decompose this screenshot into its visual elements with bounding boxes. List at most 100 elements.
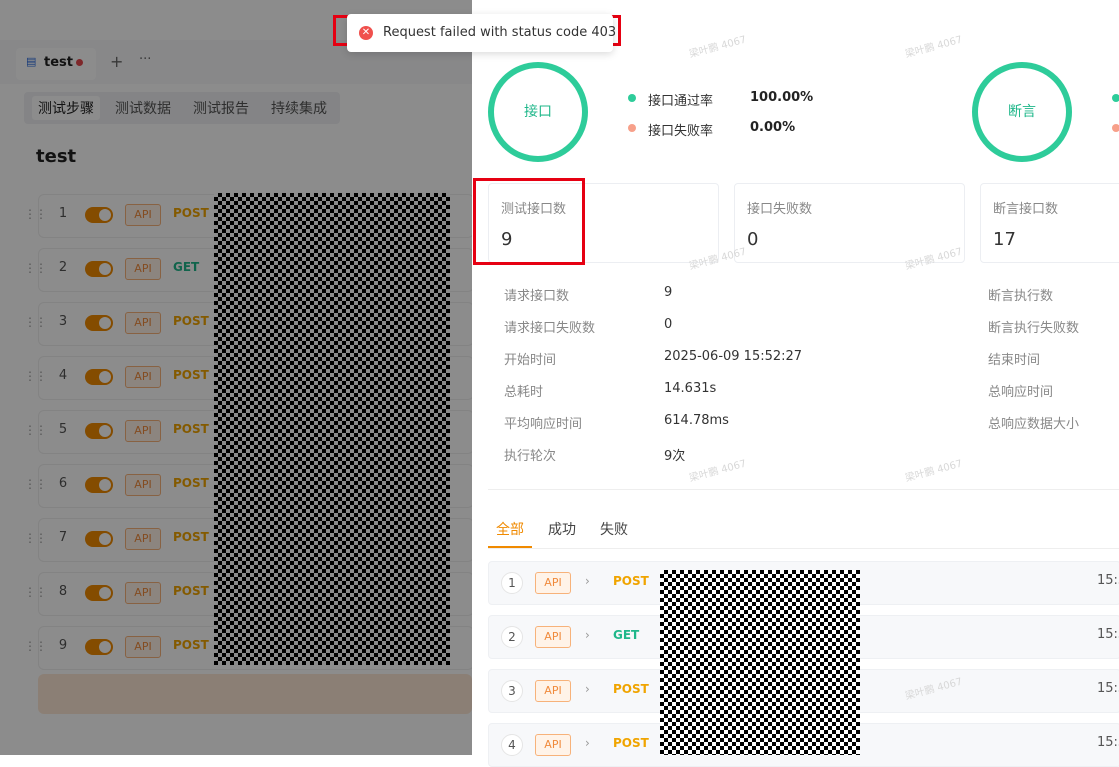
step-enable-toggle[interactable]	[85, 261, 113, 277]
step-enable-toggle[interactable]	[85, 477, 113, 493]
row-time: 15:5	[1097, 573, 1119, 588]
step-number: 7	[58, 530, 68, 545]
add-tab-icon[interactable]: +	[110, 52, 123, 71]
step-number: 1	[58, 206, 68, 221]
step-enable-toggle[interactable]	[85, 585, 113, 601]
add-step-bar[interactable]	[38, 674, 472, 714]
tab-success[interactable]: 成功	[548, 519, 576, 539]
chevron-right-icon[interactable]: ›	[585, 574, 590, 588]
assertion-ring-label: 断言	[1008, 104, 1036, 120]
card-assertion-interfaces	[980, 183, 1119, 263]
drag-handle-icon[interactable]: ⋮⋮	[24, 477, 47, 491]
http-method: POST	[613, 574, 649, 588]
drag-handle-icon[interactable]: ⋮⋮	[24, 585, 47, 599]
chevron-right-icon[interactable]: ›	[585, 682, 590, 696]
drag-handle-icon[interactable]: ⋮⋮	[24, 369, 47, 383]
step-number: 9	[58, 638, 68, 653]
drag-handle-icon[interactable]: ⋮⋮	[24, 531, 47, 545]
file-icon: ▤	[26, 55, 37, 68]
stat-label: 执行轮次	[504, 449, 557, 464]
http-method: POST	[173, 368, 209, 382]
row-time: 15:5	[1097, 627, 1119, 642]
step-number: 2	[58, 260, 68, 275]
assert-fail-dot	[1112, 124, 1119, 132]
card-failed-value: 0	[747, 229, 759, 250]
stat-label: 断言执行数	[988, 289, 1054, 304]
step-enable-toggle[interactable]	[85, 369, 113, 385]
chevron-right-icon[interactable]: ›	[585, 628, 590, 642]
stat-label: 平均响应时间	[504, 417, 583, 432]
drag-handle-icon[interactable]: ⋮⋮	[24, 315, 47, 329]
row-time: 15:5.	[1097, 735, 1119, 750]
row-number: 4	[501, 734, 523, 756]
highlight-tested-count	[473, 178, 585, 265]
api-tag: API	[125, 204, 161, 226]
stat-label: 断言执行失败数	[988, 321, 1080, 336]
stat-label: 结束时间	[988, 353, 1041, 368]
api-tag: API	[125, 258, 161, 280]
fail-rate-label: 接口失败率	[648, 124, 714, 139]
drag-handle-icon[interactable]: ⋮⋮	[24, 261, 47, 275]
step-enable-toggle[interactable]	[85, 639, 113, 655]
drag-handle-icon[interactable]: ⋮⋮	[24, 639, 47, 653]
row-number: 1	[501, 572, 523, 594]
http-method: GET	[613, 628, 640, 642]
step-enable-toggle[interactable]	[85, 315, 113, 331]
interface-ring: 接口	[488, 62, 588, 162]
http-method: POST	[173, 584, 209, 598]
fail-rate-dot	[628, 124, 636, 132]
more-icon[interactable]: ···	[139, 52, 151, 67]
api-tag: API	[535, 626, 571, 648]
stat-label: 总响应时间	[988, 385, 1054, 400]
http-method: POST	[173, 476, 209, 490]
step-number: 6	[58, 476, 68, 491]
row-number: 2	[501, 626, 523, 648]
api-tag: API	[125, 420, 161, 442]
api-tag: API	[125, 312, 161, 334]
drag-handle-icon[interactable]: ⋮⋮	[24, 207, 47, 221]
toast-message: Request failed with status code 403	[383, 25, 617, 40]
step-enable-toggle[interactable]	[85, 531, 113, 547]
segment-test-data[interactable]: 测试数据	[115, 98, 171, 118]
api-tag: API	[535, 734, 571, 756]
segment-test-steps[interactable]: 测试步骤	[32, 96, 100, 120]
stat-label: 请求接口失败数	[504, 321, 596, 336]
tab-title[interactable]: test	[44, 55, 73, 70]
segment-test-report[interactable]: 测试报告	[193, 98, 249, 118]
redacted-area	[214, 193, 450, 665]
stat-value: 9	[664, 285, 673, 300]
card-assert-value: 17	[993, 229, 1016, 250]
step-enable-toggle[interactable]	[85, 423, 113, 439]
row-time: 15:5.	[1097, 681, 1119, 696]
api-tag: API	[125, 366, 161, 388]
api-tag: API	[125, 528, 161, 550]
left-panel: ▤ test + ··· 测试步骤 测试数据 测试报告 持续集成 test ⋮⋮…	[0, 0, 472, 755]
api-tag: API	[535, 680, 571, 702]
tab-all[interactable]: 全部	[496, 519, 524, 539]
segment-ci[interactable]: 持续集成	[271, 98, 327, 118]
card-assert-label: 断言接口数	[993, 202, 1059, 217]
stat-label: 总耗时	[504, 385, 544, 400]
step-number: 8	[58, 584, 68, 599]
api-tag: API	[125, 636, 161, 658]
step-enable-toggle[interactable]	[85, 207, 113, 223]
http-method: POST	[173, 638, 209, 652]
chevron-right-icon[interactable]: ›	[585, 736, 590, 750]
http-method: POST	[173, 206, 209, 220]
step-number: 5	[58, 422, 68, 437]
pass-rate-dot	[628, 94, 636, 102]
api-tag: API	[125, 474, 161, 496]
http-method: POST	[173, 530, 209, 544]
stat-value: 9次	[664, 449, 686, 464]
stat-value: 614.78ms	[664, 413, 729, 428]
pass-rate-value: 100.00%	[750, 90, 814, 105]
interface-ring-label: 接口	[524, 104, 552, 120]
stat-value: 14.631s	[664, 381, 717, 396]
stat-label: 开始时间	[504, 353, 557, 368]
fail-rate-value: 0.00%	[750, 120, 796, 135]
http-method: POST	[613, 736, 649, 750]
api-tag: API	[125, 582, 161, 604]
tab-failed[interactable]: 失败	[600, 519, 628, 539]
drag-handle-icon[interactable]: ⋮⋮	[24, 423, 47, 437]
stat-label: 请求接口数	[504, 289, 570, 304]
